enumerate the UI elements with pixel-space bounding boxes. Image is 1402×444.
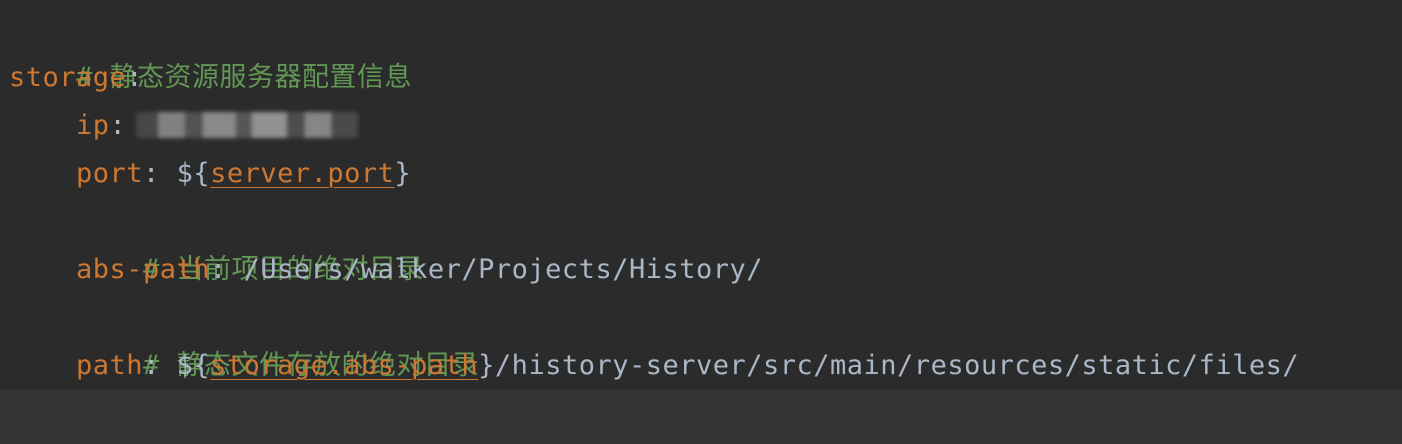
code-line-2: storage: xyxy=(0,54,143,102)
code-line-4: port: ${server.port} xyxy=(0,150,411,198)
placeholder-close: } xyxy=(394,158,412,189)
code-line-8: path: ${storage.abs-path}/history-server… xyxy=(0,342,1299,390)
code-editor[interactable]: # 静态资源服务器配置信息 storage: ip: port: ${serve… xyxy=(0,0,1402,444)
code-line-5: # 当前项目的绝对目录 xyxy=(0,198,424,285)
reference-storage-abs-path[interactable]: storage.abs-path xyxy=(210,350,478,381)
placeholder-open: ${ xyxy=(176,350,211,381)
placeholder-open: ${ xyxy=(176,158,211,189)
editor-empty-area[interactable] xyxy=(0,389,1402,444)
yaml-key-storage: storage xyxy=(9,62,127,93)
yaml-key-port: port xyxy=(76,158,144,189)
path-suffix-value: }/history-server/src/main/resources/stat… xyxy=(478,350,1300,381)
reference-server-port[interactable]: server.port xyxy=(210,158,394,189)
colon: : xyxy=(126,62,144,93)
code-line-7: # 静态文件存放的绝对目录 xyxy=(0,294,479,381)
abs-path-value: /Users/walker/Projects/History/ xyxy=(243,254,763,285)
yaml-key-abs-path: abs-path xyxy=(76,254,211,285)
code-line-3: ip: xyxy=(0,102,359,150)
yaml-key-ip: ip xyxy=(76,110,110,141)
colon: : xyxy=(109,110,127,141)
redacted-ip-value xyxy=(136,111,359,138)
colon: : xyxy=(143,158,160,189)
colon: : xyxy=(210,254,227,285)
yaml-key-path: path xyxy=(76,350,144,381)
code-line-6: abs-path: /Users/walker/Projects/History… xyxy=(0,246,763,294)
colon: : xyxy=(143,350,160,381)
code-line-1: # 静态资源服务器配置信息 xyxy=(0,6,412,93)
